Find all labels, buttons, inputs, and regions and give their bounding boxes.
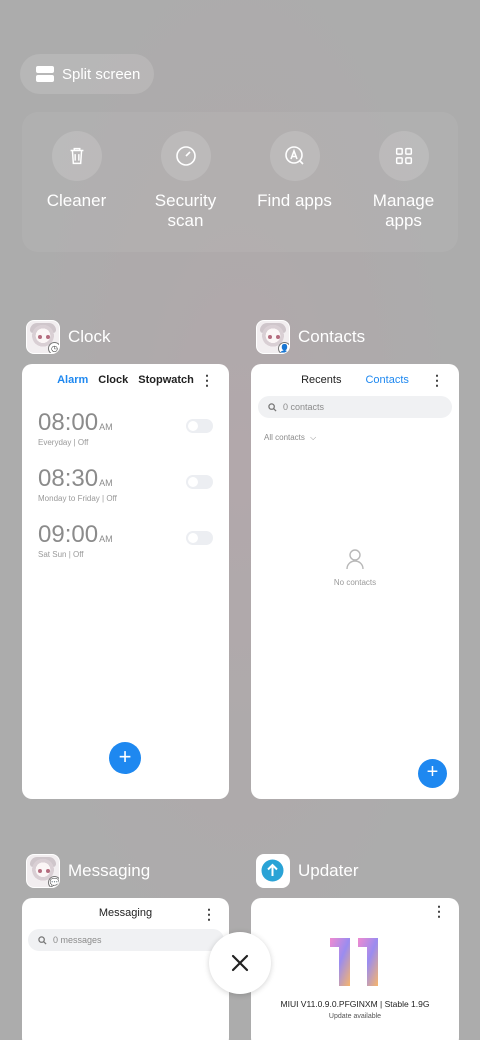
add-contact-button[interactable]: + xyxy=(418,759,447,788)
alarm-ampm: AM xyxy=(99,534,113,544)
alarm-repeat: Everyday | Off xyxy=(38,438,89,447)
alarm-item[interactable]: 08:00AM Everyday | Off xyxy=(38,409,113,447)
alarm-ampm: AM xyxy=(99,422,113,432)
close-icon xyxy=(231,954,249,972)
speedometer-icon xyxy=(175,146,196,166)
contacts-filter-dropdown[interactable]: All contacts ⌵ xyxy=(264,433,316,443)
alarm-item[interactable]: 08:30AM Monday to Friday | Off xyxy=(38,465,117,503)
clock-app-icon: ◷ xyxy=(26,320,60,354)
alarm-toggle[interactable] xyxy=(186,419,213,433)
search-placeholder: 0 contacts xyxy=(283,402,325,412)
contacts-app-icon: 👤 xyxy=(256,320,290,354)
messaging-app-card[interactable]: Messaging ⋮ 0 messages xyxy=(22,898,229,1040)
empty-text: No contacts xyxy=(333,578,377,587)
update-status: Update available xyxy=(328,1013,382,1020)
messaging-badge-icon: 💬 xyxy=(48,876,60,887)
more-options-icon[interactable]: ⋮ xyxy=(430,372,444,389)
messaging-app-header[interactable]: 💬 Messaging xyxy=(26,854,150,888)
clear-all-button[interactable] xyxy=(209,932,271,994)
filter-label: All contacts xyxy=(264,433,305,442)
upload-arrow-icon xyxy=(261,859,284,882)
alarm-time: 09:00 xyxy=(38,521,99,548)
empty-state: No contacts xyxy=(251,548,459,587)
clock-app-header[interactable]: ◷ Clock xyxy=(26,320,111,354)
manage-apps-label: Manage apps xyxy=(372,191,435,230)
grid-icon xyxy=(395,147,412,165)
miui-11-logo xyxy=(330,938,378,986)
split-screen-button[interactable]: Split screen xyxy=(20,54,154,94)
contacts-app-card[interactable]: Recents Contacts ⋮ 0 contacts All contac… xyxy=(251,364,459,799)
more-options-icon[interactable]: ⋮ xyxy=(432,903,446,920)
manage-apps-button[interactable]: Manage apps xyxy=(349,112,458,252)
alarm-item[interactable]: 09:00AM Sat Sun | Off xyxy=(38,521,113,559)
search-icon xyxy=(268,402,277,412)
tab-clock[interactable]: Clock xyxy=(98,374,128,386)
alarm-toggle[interactable] xyxy=(186,531,213,545)
security-scan-button[interactable]: Security scan xyxy=(131,112,240,252)
more-options-icon[interactable]: ⋮ xyxy=(202,906,216,923)
search-placeholder: 0 messages xyxy=(53,935,102,945)
alarm-time: 08:00 xyxy=(38,409,99,436)
alarm-repeat: Sat Sun | Off xyxy=(38,550,84,559)
miui-version: MIUI V11.0.9.0.PFGINXM | Stable 1.9G xyxy=(280,999,430,1009)
clock-tabs: Alarm Clock Stopwatch xyxy=(22,374,229,386)
split-screen-icon xyxy=(36,66,54,82)
tab-alarm[interactable]: Alarm xyxy=(57,374,88,386)
updater-app-name: Updater xyxy=(298,861,359,880)
split-screen-label: Split screen xyxy=(62,65,141,83)
contacts-search-input[interactable]: 0 contacts xyxy=(258,396,452,418)
contacts-app-header[interactable]: 👤 Contacts xyxy=(256,320,365,354)
clock-app-name: Clock xyxy=(68,327,111,346)
person-icon xyxy=(346,549,364,570)
alarm-time: 08:30 xyxy=(38,465,99,492)
contacts-badge-icon: 👤 xyxy=(278,342,290,353)
quick-tools-panel: Cleaner Security scan Find apps Manage a… xyxy=(22,112,458,252)
chevron-down-icon: ⌵ xyxy=(310,433,317,442)
more-options-icon[interactable]: ⋮ xyxy=(200,372,214,389)
updater-app-header[interactable]: Updater xyxy=(256,854,358,888)
find-apps-label: Find apps xyxy=(257,191,332,210)
clock-badge-icon: ◷ xyxy=(48,342,59,353)
security-scan-label: Security scan xyxy=(154,191,217,230)
trash-icon xyxy=(70,147,83,165)
clock-app-card[interactable]: Alarm Clock Stopwatch ⋮ 08:00AM Everyday… xyxy=(22,364,229,799)
find-apps-button[interactable]: Find apps xyxy=(240,112,349,252)
add-alarm-button[interactable]: + xyxy=(109,742,141,774)
contacts-tabs: Recents Contacts xyxy=(251,374,459,386)
alarm-toggle[interactable] xyxy=(186,475,213,489)
search-icon xyxy=(38,935,47,945)
messages-search-input[interactable]: 0 messages xyxy=(28,929,224,951)
cleaner-label: Cleaner xyxy=(46,191,107,210)
app-search-icon xyxy=(284,146,304,165)
tab-stopwatch[interactable]: Stopwatch xyxy=(138,374,194,386)
updater-app-icon xyxy=(256,854,290,888)
tab-contacts[interactable]: Contacts xyxy=(365,374,408,386)
cleaner-button[interactable]: Cleaner xyxy=(22,112,131,252)
messaging-app-name: Messaging xyxy=(68,861,151,880)
alarm-repeat: Monday to Friday | Off xyxy=(38,494,117,503)
updater-app-card[interactable]: ⋮ MIUI V11.0.9.0.PFGINXM | Stable 1.9G U… xyxy=(251,898,459,1040)
messaging-title: Messaging xyxy=(98,907,153,919)
contacts-app-name: Contacts xyxy=(298,327,366,346)
alarm-ampm: AM xyxy=(99,478,113,488)
messaging-app-icon: 💬 xyxy=(26,854,60,888)
tab-recents[interactable]: Recents xyxy=(301,374,341,386)
